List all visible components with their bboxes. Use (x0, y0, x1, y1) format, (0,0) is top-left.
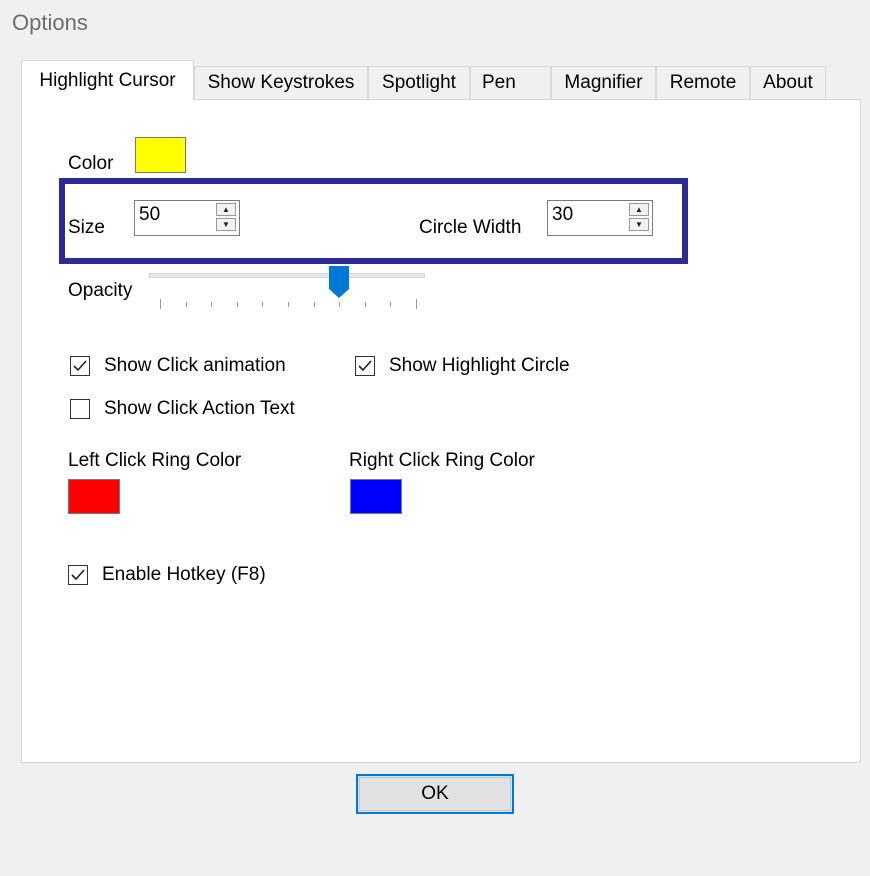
window-title: Options (12, 10, 88, 35)
checkmark-icon (71, 569, 85, 581)
show-highlight-circle-label[interactable]: Show Highlight Circle (389, 355, 570, 377)
slider-tick (390, 302, 392, 307)
tab-remote[interactable]: Remote (656, 66, 750, 100)
ok-button[interactable]: OK (356, 774, 514, 814)
slider-tick (211, 302, 213, 307)
slider-tick (416, 299, 417, 309)
enable-hotkey-checkbox[interactable] (68, 565, 88, 585)
slider-tick (288, 302, 289, 307)
checkmark-icon (73, 360, 87, 372)
slider-tick (313, 302, 315, 307)
tab-about[interactable]: About (750, 66, 826, 100)
tab-highlight-cursor[interactable]: Highlight Cursor (21, 60, 194, 101)
right-click-ring-color-swatch[interactable] (350, 479, 402, 514)
slider-tick (364, 302, 366, 307)
show-click-animation-label[interactable]: Show Click animation (104, 355, 286, 377)
size-spinner[interactable]: 50 ▲ ▼ (134, 200, 240, 236)
slider-tick (339, 302, 341, 307)
size-up-arrow-icon[interactable]: ▲ (216, 203, 236, 216)
size-down-arrow-icon[interactable]: ▼ (216, 218, 236, 231)
right-click-ring-color-label: Right Click Ring Color (349, 450, 535, 471)
circle-width-spinner[interactable]: 30 ▲ ▼ (547, 200, 653, 236)
show-highlight-circle-checkbox[interactable] (355, 356, 375, 376)
circle-width-up-arrow-icon[interactable]: ▲ (629, 203, 649, 216)
opacity-slider-track[interactable] (149, 273, 425, 278)
circle-width-down-arrow-icon[interactable]: ▼ (629, 218, 649, 231)
size-label: Size (68, 217, 105, 238)
slider-tick (262, 302, 264, 307)
color-label: Color (68, 153, 114, 174)
show-click-action-text-checkbox[interactable] (70, 399, 90, 419)
tab-show-keystrokes[interactable]: Show Keystrokes (194, 66, 368, 100)
show-click-animation-checkbox[interactable] (70, 356, 90, 376)
circle-width-label: Circle Width (419, 217, 522, 238)
slider-tick (236, 302, 238, 307)
left-click-ring-color-swatch[interactable] (68, 479, 120, 514)
tab-magnifier[interactable]: Magnifier (551, 66, 656, 100)
left-click-ring-color-label: Left Click Ring Color (68, 450, 242, 471)
opacity-slider-thumb[interactable] (328, 265, 350, 299)
slider-tick (185, 302, 187, 307)
slider-tick (160, 299, 161, 309)
ok-button-label: OK (421, 783, 449, 804)
show-click-action-text-label[interactable]: Show Click Action Text (104, 398, 295, 420)
opacity-label: Opacity (68, 280, 133, 301)
tab-spotlight[interactable]: Spotlight (368, 66, 470, 100)
cursor-color-swatch[interactable] (135, 137, 186, 173)
checkmark-icon (358, 360, 372, 372)
tab-pen[interactable]: Pen (470, 66, 551, 100)
enable-hotkey-label[interactable]: Enable Hotkey (F8) (102, 564, 266, 586)
